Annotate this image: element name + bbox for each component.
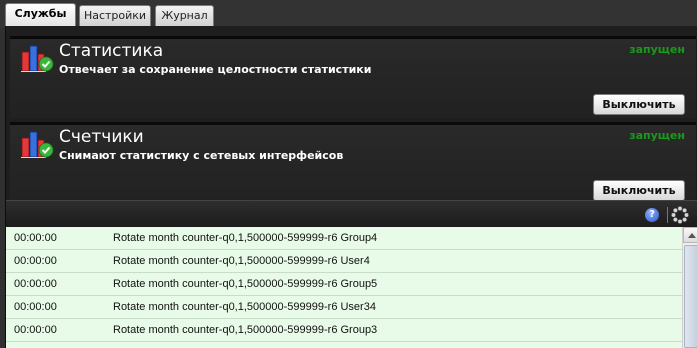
tab-journal[interactable]: Журнал — [155, 5, 214, 27]
service-title: Счетчики — [59, 127, 144, 147]
log-toolbar: ? — [6, 200, 697, 227]
log-message: Rotate month counter-q0,1,500000-599999-… — [113, 255, 370, 267]
tab-bar: Службы Настройки Журнал — [0, 0, 697, 28]
service-panel-statistics: Статистика Отвечает за сохранение целост… — [10, 36, 696, 118]
service-description: Отвечает за сохранение целостности стати… — [59, 63, 372, 76]
log-scrollbar[interactable] — [682, 227, 697, 348]
service-title: Статистика — [59, 41, 164, 61]
log-message: Rotate month counter-q0,1,500000-599999-… — [113, 278, 378, 290]
log-table: 00:00:00 Rotate month counter-q0,1,50000… — [6, 227, 697, 348]
scroll-up-arrow-icon[interactable] — [683, 227, 697, 243]
table-row[interactable]: 00:00:00 Rotate month counter-q0,1,50000… — [6, 273, 682, 296]
log-time: 00:00:00 — [14, 232, 57, 244]
log-time: 00:00:00 — [14, 255, 57, 267]
log-time: 00:00:00 — [14, 324, 57, 336]
status-badge: запущен — [629, 129, 685, 142]
table-row[interactable]: 00:00:00 Rotate month counter-q0,1,50000… — [6, 227, 682, 250]
log-time: 00:00:00 — [14, 278, 57, 290]
tab-services[interactable]: Службы — [5, 3, 76, 28]
refresh-icon[interactable] — [671, 206, 689, 224]
scroll-thumb[interactable] — [684, 245, 697, 348]
service-panel-counters: Счетчики Снимают статистику с сетевых ин… — [10, 122, 696, 204]
chart-check-icon — [21, 131, 54, 158]
log-message: Rotate month counter-q0,1,500000-599999-… — [113, 324, 378, 336]
table-row[interactable]: 00:00:00 Rotate month counter-q0,1,50000… — [6, 250, 682, 273]
disable-button[interactable]: Выключить — [593, 180, 685, 201]
toolbar-divider — [667, 207, 668, 223]
services-content: Статистика Отвечает за сохранение целост… — [5, 26, 697, 348]
table-row[interactable]: 00:00:00 Rotate month counter-q0,1,50000… — [6, 296, 682, 319]
status-badge: запущен — [629, 43, 685, 56]
log-time: 00:00:00 — [14, 301, 57, 313]
tab-settings[interactable]: Настройки — [79, 5, 151, 27]
help-icon[interactable]: ? — [645, 208, 659, 222]
log-message: Rotate month counter-q0,1,500000-599999-… — [113, 301, 376, 313]
table-row[interactable]: 00:00:00 Rotate month counter-q0,1,50000… — [6, 319, 682, 342]
service-description: Снимают статистику с сетевых интерфейсов — [59, 149, 344, 162]
chart-check-icon — [21, 45, 54, 72]
log-message: Rotate month counter-q0,1,500000-599999-… — [113, 232, 378, 244]
disable-button[interactable]: Выключить — [593, 94, 685, 115]
